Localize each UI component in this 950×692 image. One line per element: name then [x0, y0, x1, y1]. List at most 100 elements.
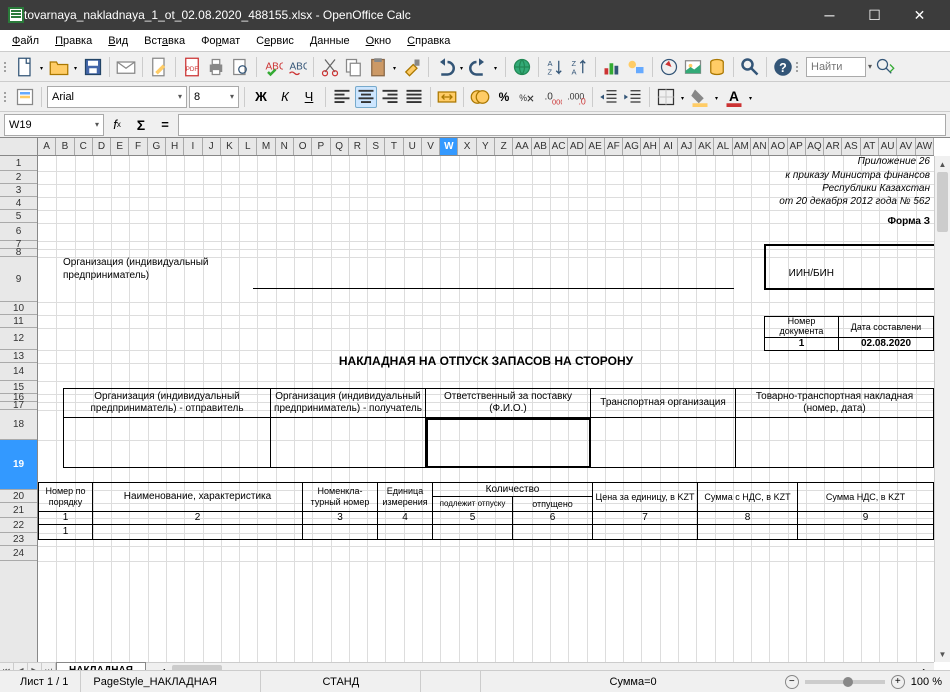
col-header-AF[interactable]: AF: [605, 138, 623, 155]
align-left-button[interactable]: [331, 86, 353, 108]
col-header-AK[interactable]: AK: [696, 138, 714, 155]
col-header-V[interactable]: V: [422, 138, 440, 155]
col-header-AQ[interactable]: AQ: [806, 138, 824, 155]
email-button[interactable]: [115, 56, 137, 78]
print-button[interactable]: [205, 56, 227, 78]
help-button[interactable]: ?: [772, 56, 794, 78]
undo-button[interactable]: [434, 56, 456, 78]
col-header-AA[interactable]: AA: [513, 138, 531, 155]
zoom-slider[interactable]: [805, 680, 885, 684]
status-pagestyle[interactable]: PageStyle_НАКЛАДНАЯ: [81, 671, 261, 692]
currency-button[interactable]: [469, 86, 491, 108]
row-header-5[interactable]: 5: [0, 210, 37, 223]
align-right-button[interactable]: [379, 86, 401, 108]
close-button[interactable]: ✕: [897, 0, 942, 30]
cell-receiver[interactable]: [271, 418, 426, 468]
sum-button[interactable]: Σ: [130, 114, 152, 136]
add-decimal-button[interactable]: .0000: [541, 86, 563, 108]
select-all-corner[interactable]: [0, 138, 38, 156]
row-header-12[interactable]: 12: [0, 328, 37, 350]
standard-format-button[interactable]: %🗙: [517, 86, 539, 108]
row-header-11[interactable]: 11: [0, 315, 37, 328]
format-handle[interactable]: [4, 86, 10, 108]
data-row-price[interactable]: [593, 525, 698, 540]
col-header-W[interactable]: W: [440, 138, 458, 155]
toolbar-handle[interactable]: [4, 56, 10, 78]
minimize-button[interactable]: ─: [807, 0, 852, 30]
open-button[interactable]: [48, 56, 70, 78]
export-pdf-button[interactable]: PDF: [181, 56, 203, 78]
row-header-21[interactable]: 21: [0, 503, 37, 518]
sort-asc-button[interactable]: AZ: [544, 56, 566, 78]
menu-edit[interactable]: Правка: [47, 33, 100, 49]
row-header-19[interactable]: 19: [0, 440, 37, 490]
underline-button[interactable]: Ч: [298, 86, 320, 108]
navigator-button[interactable]: [658, 56, 680, 78]
col-header-AW[interactable]: AW: [916, 138, 934, 155]
col-header-Q[interactable]: Q: [331, 138, 349, 155]
gallery-button[interactable]: [682, 56, 704, 78]
menu-view[interactable]: Вид: [100, 33, 136, 49]
function-wizard-button[interactable]: fx: [106, 114, 128, 136]
fontcolor-button[interactable]: A: [723, 86, 745, 108]
align-justify-button[interactable]: [403, 86, 425, 108]
maximize-button[interactable]: ☐: [852, 0, 897, 30]
col-header-A[interactable]: A: [38, 138, 56, 155]
col-header-AJ[interactable]: AJ: [678, 138, 696, 155]
vertical-scrollbar[interactable]: ▲ ▼: [934, 156, 950, 662]
zoom-out-button[interactable]: −: [785, 675, 799, 689]
col-header-J[interactable]: J: [203, 138, 221, 155]
font-name-select[interactable]: Arial▾: [47, 86, 187, 108]
find-next-button[interactable]: [874, 56, 896, 78]
status-mode[interactable]: СТАНД: [261, 671, 421, 692]
row-header-1[interactable]: 1: [0, 156, 37, 171]
col-header-AC[interactable]: AC: [550, 138, 568, 155]
col-header-H[interactable]: H: [166, 138, 184, 155]
row-header-18[interactable]: 18: [0, 410, 37, 440]
row-header-4[interactable]: 4: [0, 197, 37, 210]
cell-reference-input[interactable]: W19▾: [4, 114, 104, 136]
function-button[interactable]: =: [154, 114, 176, 136]
col-header-X[interactable]: X: [458, 138, 476, 155]
col-header-AE[interactable]: AE: [586, 138, 604, 155]
bgcolor-button[interactable]: [689, 86, 711, 108]
col-header-U[interactable]: U: [404, 138, 422, 155]
data-row-qty1[interactable]: [433, 525, 513, 540]
chart-button[interactable]: [601, 56, 623, 78]
save-button[interactable]: [82, 56, 104, 78]
col-header-AV[interactable]: AV: [897, 138, 915, 155]
col-header-R[interactable]: R: [349, 138, 367, 155]
toolbar-handle-2[interactable]: [796, 56, 802, 78]
status-sum[interactable]: Сумма=0: [481, 671, 784, 692]
col-header-AH[interactable]: AH: [641, 138, 659, 155]
row-header-3[interactable]: 3: [0, 184, 37, 197]
col-header-T[interactable]: T: [385, 138, 403, 155]
menu-tools[interactable]: Сервис: [248, 33, 302, 49]
data-row-nom[interactable]: [303, 525, 378, 540]
redo-button[interactable]: [468, 56, 490, 78]
menu-insert[interactable]: Вставка: [136, 33, 193, 49]
menu-data[interactable]: Данные: [302, 33, 358, 49]
cut-button[interactable]: [319, 56, 341, 78]
decrease-indent-button[interactable]: [598, 86, 620, 108]
row-header-9[interactable]: 9: [0, 257, 37, 302]
menu-window[interactable]: Окно: [358, 33, 400, 49]
row-header-20[interactable]: 20: [0, 490, 37, 503]
menu-help[interactable]: Справка: [399, 33, 458, 49]
merge-cells-button[interactable]: [436, 86, 458, 108]
col-header-AB[interactable]: AB: [532, 138, 550, 155]
zoom-button[interactable]: [739, 56, 761, 78]
menu-format[interactable]: Формат: [193, 33, 248, 49]
col-header-G[interactable]: G: [148, 138, 166, 155]
row-header-2[interactable]: 2: [0, 171, 37, 184]
row-header-17[interactable]: 17: [0, 402, 37, 410]
data-row-name[interactable]: [93, 525, 303, 540]
col-header-K[interactable]: K: [221, 138, 239, 155]
col-header-M[interactable]: M: [257, 138, 275, 155]
scroll-down-icon[interactable]: ▼: [935, 646, 950, 662]
font-size-select[interactable]: 8▾: [189, 86, 239, 108]
italic-button[interactable]: К: [274, 86, 296, 108]
hyperlink-button[interactable]: [511, 56, 533, 78]
formula-input[interactable]: [178, 114, 946, 136]
copy-button[interactable]: [343, 56, 365, 78]
